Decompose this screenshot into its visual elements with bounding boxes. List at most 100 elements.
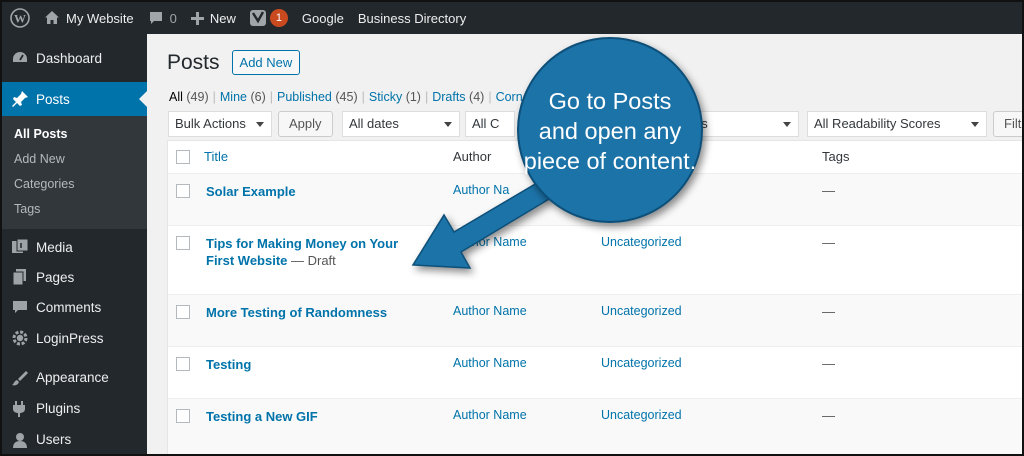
dropdown-caret-icon: [256, 122, 264, 127]
author-link[interactable]: Author Name: [453, 235, 527, 249]
dashboard-icon: [10, 48, 30, 68]
home-icon: [45, 11, 59, 24]
filter-sticky[interactable]: Sticky (1): [369, 90, 421, 104]
row-checkbox[interactable]: [176, 409, 190, 423]
comments-icon: [10, 297, 30, 317]
add-new-button[interactable]: Add New: [231, 50, 301, 75]
google-link[interactable]: Google: [295, 2, 351, 34]
yoast-menu[interactable]: 1: [243, 2, 295, 34]
author-link[interactable]: Author Name: [453, 356, 527, 370]
plug-icon: [10, 399, 30, 419]
sidebar-item-label: Appearance: [36, 370, 109, 385]
apply-button[interactable]: Apply: [278, 111, 333, 137]
callout-text: Go to Posts and open any piece of conten…: [505, 86, 715, 176]
yoast-icon: [249, 10, 266, 26]
sidebar-item-pages[interactable]: Pages: [2, 262, 147, 292]
wordpress-icon: W: [10, 8, 30, 28]
sidebar-item-label: Posts: [36, 91, 70, 107]
author-link[interactable]: Author Name: [453, 304, 527, 318]
site-name-link[interactable]: My Website: [37, 2, 141, 34]
post-title-link[interactable]: More Testing of Randomness: [206, 304, 426, 321]
category-link[interactable]: Uncategorized: [601, 235, 682, 249]
submenu-add-new[interactable]: Add New: [2, 147, 147, 172]
business-directory-link[interactable]: Business Directory: [351, 2, 473, 34]
sidebar-item-media[interactable]: Media: [2, 232, 147, 262]
dropdown-caret-icon: [783, 122, 791, 127]
post-title-link[interactable]: Testing: [206, 356, 426, 373]
dropdown-caret-icon: [444, 122, 452, 127]
filter-button[interactable]: Filte: [993, 111, 1022, 137]
wordpress-logo-button[interactable]: W: [2, 2, 37, 34]
admin-bar: W My Website 0 New 1 Google Business Dir…: [2, 2, 1022, 34]
media-icon: [10, 237, 30, 257]
filter-all[interactable]: All (49): [169, 90, 209, 104]
admin-sidebar: Dashboard Posts All Posts Add New Catego…: [2, 34, 147, 454]
posts-table: Title Author Tags Solar Example Author N…: [167, 140, 1022, 454]
bulk-actions-select[interactable]: Bulk Actions: [168, 111, 272, 137]
sidebar-item-users[interactable]: Users: [2, 424, 147, 454]
submenu-all-posts[interactable]: All Posts: [2, 122, 147, 147]
tags-cell: —: [822, 183, 835, 198]
select-all-checkbox[interactable]: [176, 150, 190, 164]
tags-cell: —: [822, 356, 835, 371]
status-filter-links: All (49) | Mine (6) | Published (45) | Sticky …: [169, 90, 523, 104]
table-row: More Testing of Randomness Author Name U…: [168, 295, 1022, 347]
plus-icon: [190, 11, 204, 25]
category-link[interactable]: Uncategorized: [601, 356, 682, 370]
user-icon: [10, 430, 30, 450]
table-row: Tips for Making Money on Your First Webs…: [168, 226, 1022, 295]
post-state: — Draft: [287, 253, 336, 268]
readability-score-select[interactable]: All Readability Scores: [807, 111, 987, 137]
brush-icon: [10, 368, 30, 388]
filter-drafts[interactable]: Drafts (4): [432, 90, 484, 104]
table-row: Testing Author Name Uncategorized —: [168, 347, 1022, 399]
sidebar-item-comments[interactable]: Comments: [2, 292, 147, 322]
comments-count: 0: [169, 10, 177, 26]
svg-text:W: W: [14, 12, 26, 26]
page-title: Posts: [167, 50, 220, 74]
row-checkbox[interactable]: [176, 357, 190, 371]
new-content-link[interactable]: New: [184, 2, 243, 34]
sidebar-item-label: Dashboard: [36, 50, 103, 66]
sidebar-item-plugins[interactable]: Plugins: [2, 393, 147, 424]
sidebar-item-dashboard[interactable]: Dashboard: [2, 42, 147, 74]
row-checkbox[interactable]: [176, 236, 190, 250]
date-filter-select[interactable]: All dates: [342, 111, 460, 137]
category-link[interactable]: Uncategorized: [601, 304, 682, 318]
callout-line: piece of content.: [523, 148, 697, 174]
author-link[interactable]: Author Name: [453, 408, 527, 422]
post-title-link[interactable]: Tips for Making Money on Your First Webs…: [206, 235, 426, 269]
table-row: Testing a New GIF Author Name Uncategori…: [168, 399, 1022, 454]
sidebar-item-label: Users: [36, 432, 72, 447]
tags-cell: —: [822, 235, 835, 250]
submenu-categories[interactable]: Categories: [2, 172, 147, 197]
column-author-header: Author: [453, 149, 492, 164]
comment-bubble-icon: [149, 12, 162, 24]
sidebar-item-label: LoginPress: [36, 330, 104, 346]
row-checkbox[interactable]: [176, 305, 190, 319]
sidebar-item-label: Media: [36, 239, 73, 255]
column-title-header[interactable]: Title: [204, 149, 228, 164]
table-row: Solar Example Author Na —: [168, 174, 1022, 226]
sidebar-item-label: Comments: [36, 299, 102, 315]
category-link[interactable]: Uncategorized: [601, 408, 682, 422]
pages-icon: [10, 267, 30, 287]
comments-link[interactable]: 0: [141, 2, 184, 34]
callout-line: and open any: [538, 118, 682, 144]
pin-icon: [10, 89, 30, 109]
row-checkbox[interactable]: [176, 184, 190, 198]
sidebar-item-appearance[interactable]: Appearance: [2, 362, 147, 393]
screenshot-frame: W My Website 0 New 1 Google Business Dir…: [0, 0, 1024, 456]
notification-badge: 1: [269, 9, 288, 27]
filter-mine[interactable]: Mine (6): [220, 90, 266, 104]
sidebar-item-label: Pages: [36, 269, 75, 285]
post-title-link[interactable]: Solar Example: [206, 183, 426, 200]
sidebar-item-loginpress[interactable]: LoginPress: [2, 322, 147, 354]
dropdown-caret-icon: [971, 122, 979, 127]
filter-published[interactable]: Published (45): [277, 90, 358, 104]
heading-row: Posts Add New: [167, 50, 301, 75]
submenu-tags[interactable]: Tags: [2, 197, 147, 222]
post-title-link[interactable]: Testing a New GIF: [206, 408, 426, 425]
sidebar-item-posts[interactable]: Posts: [2, 82, 147, 116]
author-link[interactable]: Author Na: [453, 183, 509, 197]
